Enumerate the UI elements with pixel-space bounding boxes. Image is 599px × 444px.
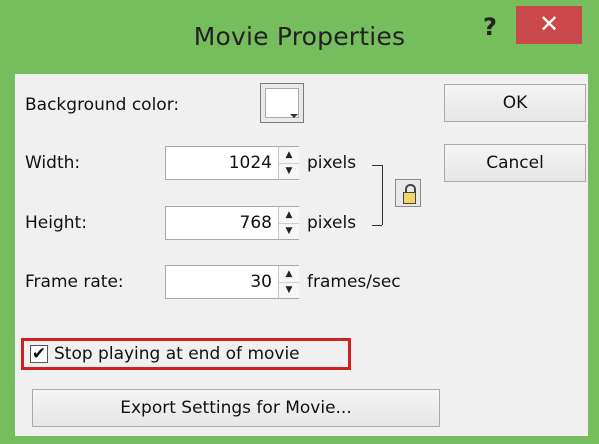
frame-rate-down-icon[interactable]: ▼ — [279, 282, 299, 298]
stop-playing-highlight: ✔ Stop playing at end of movie — [21, 338, 351, 370]
dialog-title: Movie Properties — [193, 22, 406, 51]
help-button[interactable]: ? — [474, 10, 506, 44]
background-color-picker[interactable] — [260, 83, 304, 123]
close-icon: ✕ — [538, 10, 560, 38]
dialog-body: Background color: Width: ▲ ▼ pixels Heig… — [15, 74, 588, 436]
ok-button[interactable]: OK — [444, 84, 586, 122]
width-down-icon[interactable]: ▼ — [279, 163, 299, 179]
constrain-proportions-toggle[interactable] — [395, 179, 421, 207]
frame-rate-stepper: ▲ ▼ — [165, 265, 299, 299]
frame-rate-unit-label: frames/sec — [307, 272, 401, 292]
height-unit-label: pixels — [307, 213, 357, 233]
height-spin-buttons: ▲ ▼ — [278, 207, 299, 239]
width-label: Width: — [25, 153, 81, 173]
cancel-button[interactable]: Cancel — [444, 144, 586, 182]
height-down-icon[interactable]: ▼ — [279, 223, 299, 239]
title-bar[interactable]: Movie Properties ? ✕ — [0, 0, 599, 74]
width-unit-label: pixels — [307, 153, 357, 173]
stop-playing-label[interactable]: Stop playing at end of movie — [54, 344, 300, 364]
lock-icon — [403, 192, 416, 204]
height-input[interactable] — [166, 207, 278, 239]
height-up-icon[interactable]: ▲ — [279, 207, 299, 224]
height-stepper: ▲ ▼ — [165, 206, 299, 240]
checkmark-icon: ✔ — [31, 344, 47, 364]
frame-rate-spin-buttons: ▲ ▼ — [278, 266, 299, 298]
width-spin-buttons: ▲ ▼ — [278, 147, 299, 179]
width-up-icon[interactable]: ▲ — [279, 147, 299, 164]
frame-rate-up-icon[interactable]: ▲ — [279, 266, 299, 283]
export-settings-button[interactable]: Export Settings for Movie... — [32, 389, 440, 427]
movie-properties-dialog: Movie Properties ? ✕ Background color: W… — [0, 0, 599, 444]
aspect-bracket-top — [372, 165, 382, 166]
height-label: Height: — [25, 213, 87, 233]
close-button[interactable]: ✕ — [516, 6, 582, 44]
aspect-bracket-bottom — [372, 225, 382, 226]
background-color-label: Background color: — [25, 95, 180, 115]
frame-rate-input[interactable] — [166, 266, 278, 298]
dropdown-arrow-icon — [290, 114, 298, 118]
aspect-bracket-vertical — [382, 165, 383, 225]
frame-rate-label: Frame rate: — [25, 272, 124, 292]
stop-playing-checkbox[interactable]: ✔ — [30, 345, 48, 363]
width-stepper: ▲ ▼ — [165, 146, 299, 180]
width-input[interactable] — [166, 147, 278, 179]
